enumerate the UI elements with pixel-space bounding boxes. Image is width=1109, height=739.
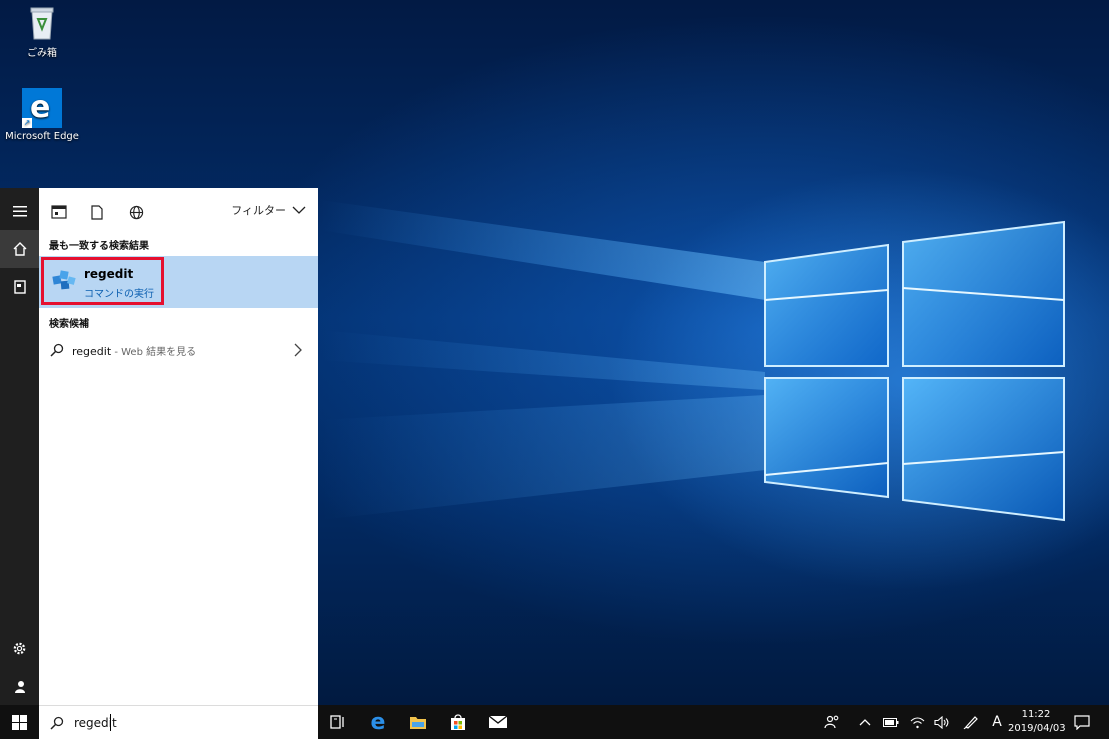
best-match-type: コマンドの実行 bbox=[84, 289, 154, 300]
start-button[interactable] bbox=[0, 705, 39, 739]
best-match-heading: 最も一致する検索結果 bbox=[49, 241, 149, 252]
people-icon bbox=[824, 715, 839, 729]
best-match-result[interactable]: regedit コマンドの実行 bbox=[39, 256, 318, 308]
menu-icon bbox=[12, 206, 27, 217]
user-icon bbox=[14, 681, 25, 693]
pen-icon bbox=[963, 716, 978, 730]
store-button[interactable] bbox=[443, 705, 473, 739]
text-caret bbox=[110, 714, 111, 731]
task-view-icon bbox=[330, 715, 344, 729]
notification-icon bbox=[1074, 714, 1090, 730]
desktop-icon-label: ごみ箱 bbox=[27, 48, 57, 59]
search-icon bbox=[50, 716, 64, 730]
search-filter-toolbar: フィルター bbox=[39, 188, 318, 234]
regedit-app-icon bbox=[51, 268, 77, 298]
shortcut-arrow-icon: ↗ bbox=[22, 118, 32, 128]
apps-filter-icon bbox=[51, 205, 67, 219]
web-suggestion-item[interactable]: regedit - Web 結果を見る bbox=[39, 336, 318, 364]
clock-date: 2019/04/03 bbox=[1008, 723, 1066, 734]
ime-mode-indicator[interactable]: A bbox=[987, 705, 1007, 739]
recycle-bin-icon bbox=[27, 5, 57, 41]
taskbar-edge-button[interactable]: e bbox=[363, 705, 393, 739]
rail-home-button[interactable] bbox=[0, 230, 39, 268]
web-filter-button[interactable] bbox=[126, 202, 146, 222]
task-view-button[interactable] bbox=[323, 705, 353, 739]
chevron-up-icon bbox=[859, 719, 871, 726]
documents-filter-button[interactable] bbox=[87, 202, 107, 222]
suggestion-text: regedit - Web 結果を見る bbox=[72, 345, 197, 358]
clock-time: 11:22 bbox=[1021, 709, 1051, 720]
windows-ink-button[interactable] bbox=[960, 705, 982, 739]
volume-icon bbox=[934, 715, 949, 729]
chevron-right-icon bbox=[294, 343, 302, 357]
show-hidden-icons-button[interactable] bbox=[855, 705, 875, 739]
battery-icon bbox=[883, 717, 899, 727]
people-button[interactable] bbox=[822, 705, 842, 739]
file-explorer-icon bbox=[410, 717, 426, 729]
settings-icon bbox=[13, 642, 26, 654]
mail-button[interactable] bbox=[483, 705, 513, 739]
home-icon bbox=[13, 242, 26, 256]
rail-menu-button[interactable] bbox=[0, 192, 39, 230]
start-menu-rail bbox=[0, 188, 39, 705]
rail-settings-button[interactable] bbox=[0, 629, 39, 667]
start-menu: フィルター 最も一致する検索結果 regedit コマンドの実行 検索候補 re… bbox=[0, 188, 318, 705]
action-center-button[interactable] bbox=[1070, 705, 1094, 739]
search-icon bbox=[50, 343, 64, 357]
rail-user-button[interactable] bbox=[0, 668, 39, 706]
search-results-panel: フィルター 最も一致する検索結果 regedit コマンドの実行 検索候補 re… bbox=[39, 188, 318, 705]
best-match-name: regedit bbox=[84, 267, 134, 281]
ime-mode-label: A bbox=[992, 714, 1002, 730]
file-explorer-button[interactable] bbox=[403, 705, 433, 739]
store-icon bbox=[451, 714, 465, 730]
desktop-icon-label: Microsoft Edge bbox=[5, 131, 79, 142]
battery-button[interactable] bbox=[880, 705, 902, 739]
chevron-down-icon bbox=[292, 206, 306, 214]
suggestions-heading: 検索候補 bbox=[49, 319, 89, 330]
document-filter-icon bbox=[91, 204, 103, 220]
filter-label: フィルター bbox=[231, 204, 286, 217]
filter-dropdown-button[interactable]: フィルター bbox=[231, 202, 306, 218]
wifi-icon bbox=[910, 716, 924, 728]
mail-icon bbox=[488, 715, 508, 728]
edge-icon: e bbox=[370, 709, 386, 735]
edge-icon: e ↗ bbox=[22, 88, 62, 128]
rail-documents-button[interactable] bbox=[0, 268, 39, 306]
volume-button[interactable] bbox=[931, 705, 953, 739]
taskbar-clock[interactable]: 11:22 2019/04/03 bbox=[1008, 708, 1066, 736]
suggestion-subtext: - Web 結果を見る bbox=[111, 347, 197, 358]
desktop-icon-recycle-bin[interactable]: ごみ箱 bbox=[2, 5, 82, 59]
web-filter-icon bbox=[129, 205, 143, 219]
documents-icon bbox=[13, 280, 26, 294]
search-input[interactable] bbox=[72, 715, 276, 731]
network-button[interactable] bbox=[906, 705, 928, 739]
windows-logo-icon bbox=[12, 714, 27, 730]
taskbar-search-box[interactable] bbox=[39, 705, 318, 739]
desktop-icon-edge[interactable]: e ↗ Microsoft Edge bbox=[2, 88, 82, 142]
apps-filter-button[interactable] bbox=[49, 202, 69, 222]
